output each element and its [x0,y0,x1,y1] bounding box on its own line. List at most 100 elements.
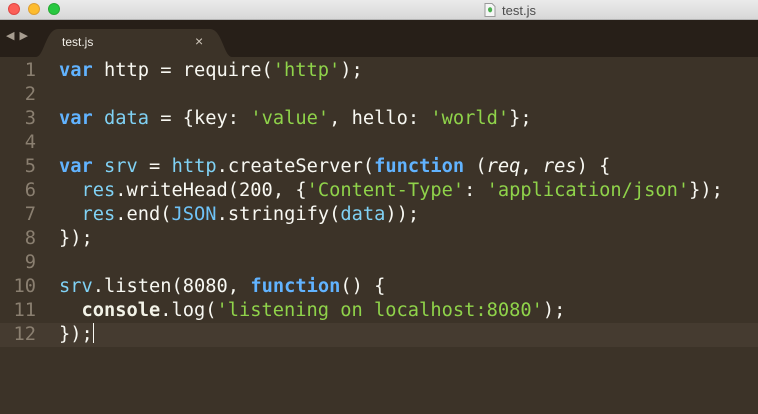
code-line[interactable]: 10 srv.listen(8080, function() { [0,275,758,299]
line-number: 8 [24,228,36,249]
code-text: res.end(JSON.stringify(data)); [59,203,420,227]
code-line[interactable]: 3 var data = {key: 'value', hello: 'world… [0,107,758,131]
code-token: JSON [171,204,217,225]
line-number: 1 [24,60,36,81]
file-icon [484,3,496,17]
code-token: , { [272,180,307,201]
tab-test-js[interactable]: test.js × [36,29,232,57]
code-token: data [104,108,150,129]
code-token: 'http' [272,60,341,81]
title-bar: test.js [0,0,758,20]
line-number: 4 [24,132,36,153]
code-line[interactable]: 9 [0,251,758,275]
code-token: var [59,60,93,81]
line-number: 5 [24,156,36,177]
code-text: srv.listen(8080, function() { [59,275,385,299]
code-text: var http = require('http'); [59,59,363,83]
code-token: = {key: [149,108,251,129]
code-text: res.writeHead(200, {'Content-Type': 'app… [59,179,723,203]
code-token: function [374,156,465,177]
code-text: var data = {key: 'value', hello: 'world'… [59,107,532,131]
code-token: http [171,156,217,177]
tab-bar: ◀ ▶ test.js × [0,20,758,57]
code-token: }; [509,108,532,129]
code-token: 'application/json' [486,180,690,201]
code-token: }); [689,180,723,201]
code-token: }); [59,228,93,249]
code-token: , [520,156,543,177]
line-number: 2 [24,84,36,105]
code-text: }); [59,227,93,251]
code-token: () { [340,276,386,297]
code-token: 'listening on localhost:8080' [216,300,543,321]
code-token: .createServer( [216,156,375,177]
code-line[interactable]: 4 [0,131,758,155]
code-line[interactable]: 7 res.end(JSON.stringify(data)); [0,203,758,227]
line-number: 12 [13,324,36,345]
code-token: .log( [160,300,217,321]
window-title-text: test.js [502,2,536,18]
code-token: )); [385,204,420,225]
code-line[interactable]: 5 var srv = http.createServer(function (r… [0,155,758,179]
code-token: ( [464,156,487,177]
code-token: function [250,276,341,297]
line-number: 9 [24,252,36,273]
close-window-button[interactable] [8,3,20,15]
tab-close-icon[interactable]: × [195,33,203,49]
code-line[interactable]: 8}); [0,227,758,251]
code-token: ); [542,300,566,321]
code-token: res [542,156,577,177]
code-token: var [59,108,93,129]
code-token: .end( [115,204,172,225]
code-token: srv [59,276,93,297]
line-number: 10 [13,276,36,297]
text-cursor [92,323,94,343]
code-text: var srv = http.createServer(function (re… [59,155,610,179]
code-text: }); [59,323,94,347]
code-token: data [340,204,386,225]
tab-nav-arrows-icon[interactable]: ◀ ▶ [6,29,29,42]
code-token: .writeHead( [115,180,240,201]
line-number: 3 [24,108,36,129]
code-line[interactable]: 6 res.writeHead(200, {'Content-Type': 'a… [0,179,758,203]
code-token: res [81,180,116,201]
code-line[interactable]: 11 console.log('listening on localhost:8… [0,299,758,323]
code-token: ) { [576,156,611,177]
code-token: 'value' [250,108,330,129]
code-token: .stringify( [216,204,341,225]
code-token: req [486,156,521,177]
code-token: .listen( [92,276,183,297]
code-line[interactable]: 12}); [0,323,758,347]
code-token: var [59,156,93,177]
code-token: 'world' [430,108,510,129]
line-number: 7 [24,204,36,225]
code-token: : [464,180,487,201]
window-title: test.js [484,1,536,19]
code-editor[interactable]: 1 var http = require('http'); 2 3 var data =… [0,57,758,414]
code-token: , [227,276,251,297]
minimize-window-button[interactable] [28,3,40,15]
code-token: srv [104,156,138,177]
code-token: = [137,156,172,177]
code-line[interactable]: 2 [0,83,758,107]
editor-window: test.js ◀ ▶ test.js × 1 var http = requir… [0,0,758,414]
code-line[interactable]: 1 var http = require('http'); [0,59,758,83]
line-number: 11 [13,300,36,321]
code-token: http = require( [92,60,273,81]
code-token: ); [340,60,363,81]
code-token: console [81,300,161,321]
line-number: 6 [24,180,36,201]
zoom-window-button[interactable] [48,3,60,15]
code-token: , hello: [329,108,431,129]
code-text: console.log('listening on localhost:8080… [59,299,566,323]
code-token: 'Content-Type' [306,180,465,201]
code-token: 8080 [182,276,228,297]
code-token: }); [59,324,93,345]
code-token: res [81,204,116,225]
tab-label: test.js [62,35,94,49]
